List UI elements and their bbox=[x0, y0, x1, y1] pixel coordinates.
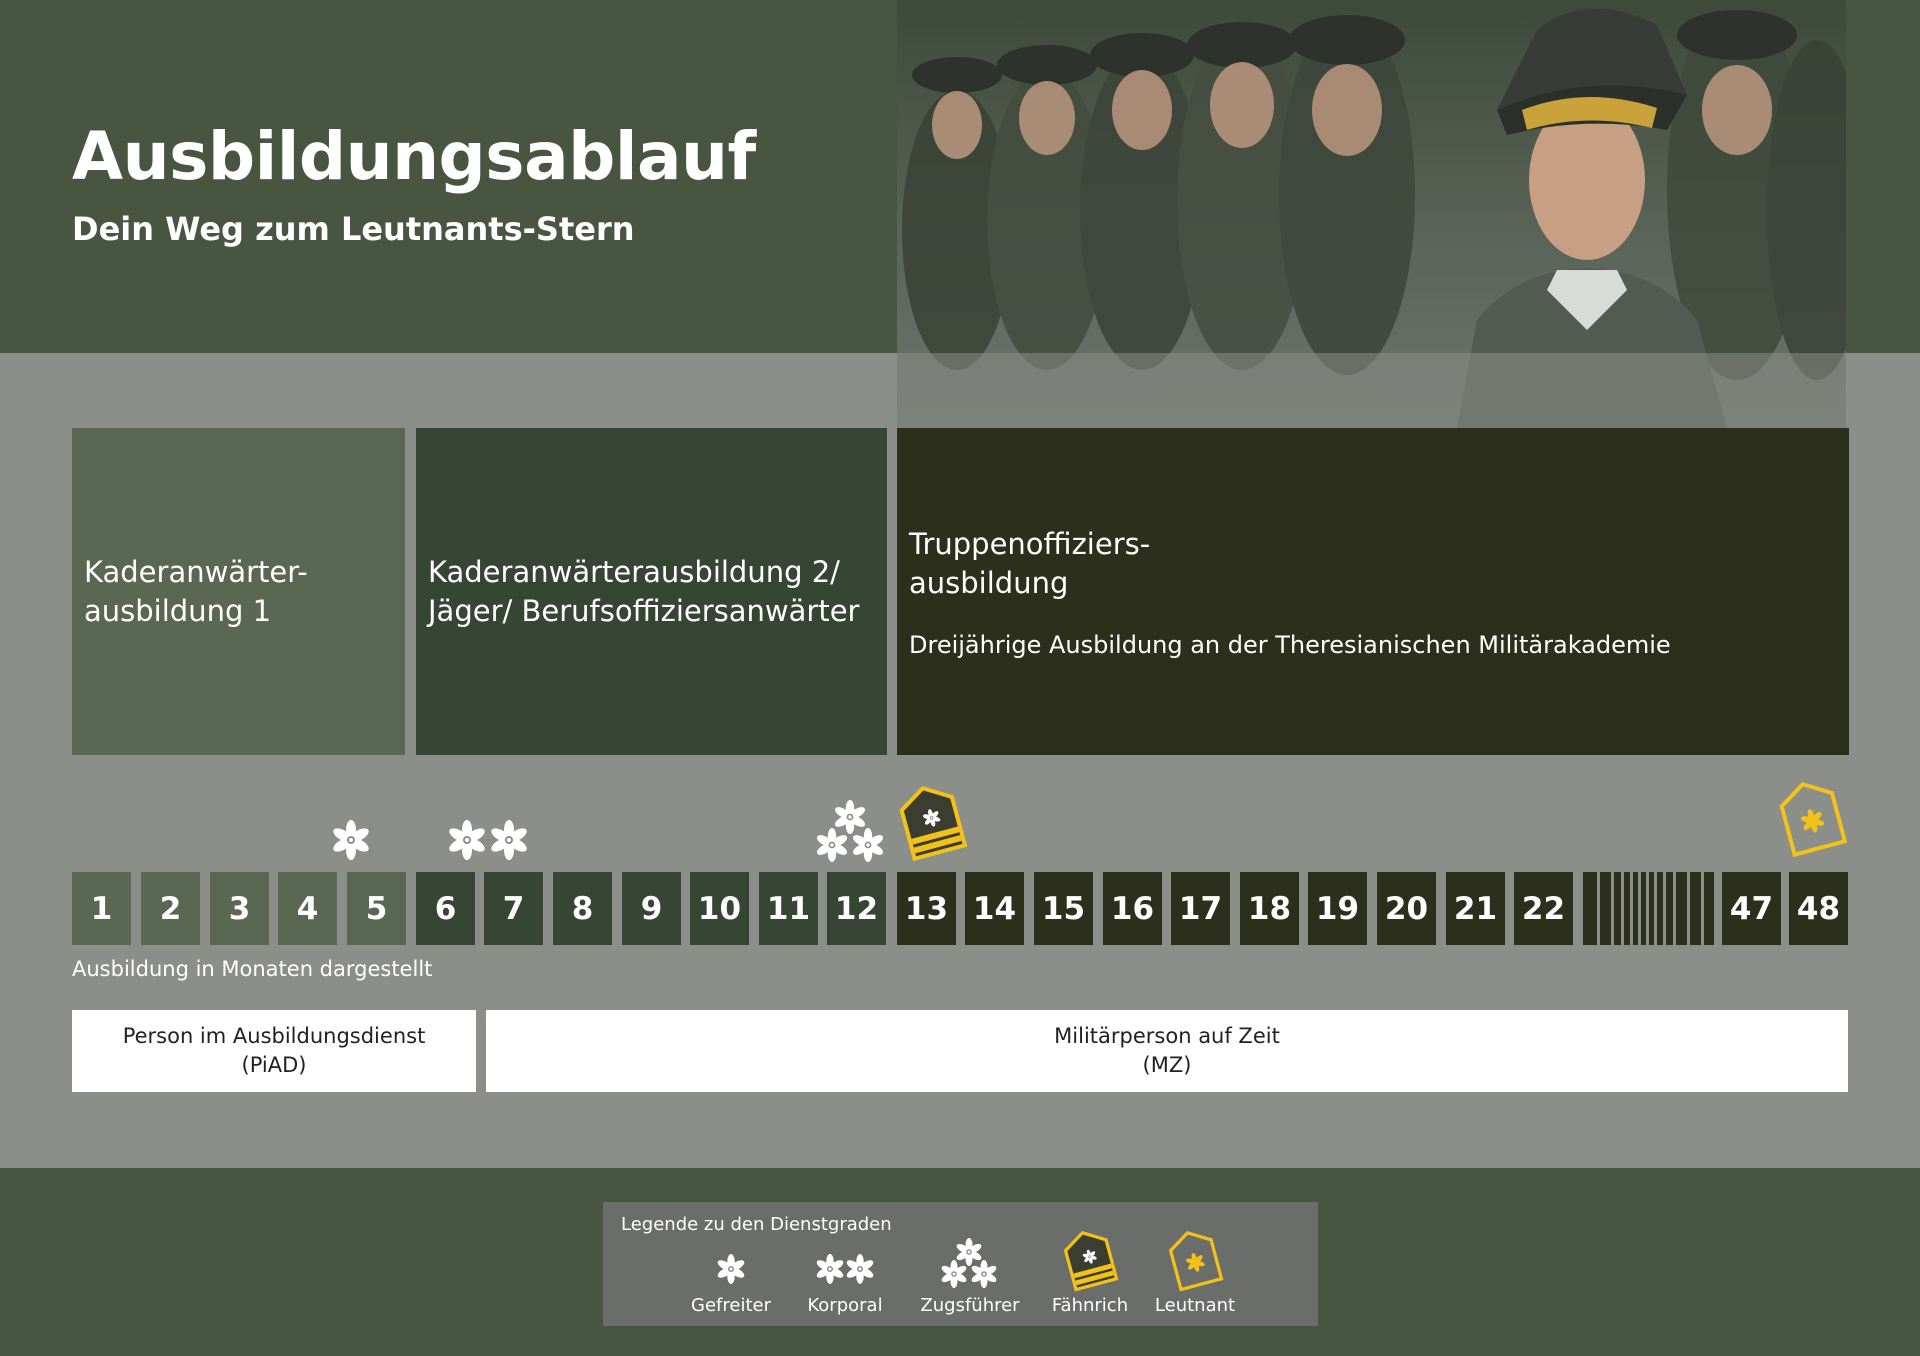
month-box: 7 bbox=[484, 872, 543, 945]
three-stars-icon bbox=[940, 1238, 998, 1288]
month-box: 48 bbox=[1789, 872, 1848, 945]
legend-item-gefreiter: Gefreiter bbox=[676, 1238, 786, 1322]
phase-truppenoffizier: Truppenoffiziers- ausbildung Dreijährige… bbox=[897, 428, 1849, 755]
month-box: 16 bbox=[1103, 872, 1162, 945]
phase-kaderanwaerter-2: Kaderanwärterausbildung 2/ Jäger/ Berufs… bbox=[416, 428, 887, 755]
timeline-gap bbox=[1583, 872, 1714, 945]
legend-label: Gefreiter bbox=[691, 1295, 771, 1316]
phase-description: Dreijährige Ausbildung an der Theresiani… bbox=[909, 630, 1671, 659]
one-star-icon bbox=[716, 1254, 746, 1284]
phase-title: Kaderanwärter- ausbildung 1 bbox=[84, 554, 308, 628]
legend-item-zugsfuehrer: Zugsführer bbox=[915, 1238, 1025, 1322]
two-stars-icon bbox=[815, 1254, 875, 1284]
month-box: 10 bbox=[690, 872, 749, 945]
status-piad: Person im Ausbildungsdienst (PiAD) bbox=[72, 1010, 476, 1092]
month-box: 5 bbox=[347, 872, 406, 945]
photo-overlay bbox=[897, 353, 1846, 428]
faehnrich-epaulette-icon bbox=[899, 785, 968, 861]
month-box: 11 bbox=[759, 872, 818, 945]
leutnant-epaulette-icon bbox=[1168, 1230, 1224, 1292]
faehnrich-epaulette-icon bbox=[1063, 1230, 1119, 1292]
legend-title: Legende zu den Dienstgraden bbox=[621, 1214, 892, 1235]
month-box: 19 bbox=[1308, 872, 1367, 945]
month-box: 22 bbox=[1514, 872, 1573, 945]
month-box: 4 bbox=[278, 872, 337, 945]
months-note: Ausbildung in Monaten dargestellt bbox=[72, 957, 433, 981]
month-box: 9 bbox=[622, 872, 681, 945]
leutnant-epaulette-icon bbox=[1779, 781, 1848, 857]
status-abbr: (MZ) bbox=[1142, 1053, 1192, 1077]
gefreiter-star-icon bbox=[331, 820, 371, 860]
month-box: 21 bbox=[1446, 872, 1505, 945]
status-mz: Militärperson auf Zeit (MZ) bbox=[486, 1010, 1848, 1092]
korporal-stars-icon bbox=[447, 820, 529, 860]
phase-kaderanwaerter-1: Kaderanwärter- ausbildung 1 bbox=[72, 428, 405, 755]
legend-label: Zugsführer bbox=[920, 1295, 1020, 1316]
page-title: Ausbildungsablauf bbox=[72, 118, 756, 195]
legend-label: Fähnrich bbox=[1051, 1295, 1129, 1316]
zugsfuehrer-stars-icon bbox=[815, 800, 885, 862]
month-box: 18 bbox=[1240, 872, 1299, 945]
month-box: 17 bbox=[1171, 872, 1230, 945]
status-label: Person im Ausbildungsdienst bbox=[122, 1024, 426, 1048]
status-abbr: (PiAD) bbox=[241, 1053, 307, 1077]
phase-title: Truppenoffiziers- ausbildung bbox=[909, 526, 1151, 600]
month-box: 20 bbox=[1377, 872, 1436, 945]
legend-item-korporal: Korporal bbox=[790, 1238, 900, 1322]
month-box: 8 bbox=[553, 872, 612, 945]
month-box: 3 bbox=[210, 872, 269, 945]
month-box: 13 bbox=[897, 872, 956, 945]
rank-legend: Legende zu den Dienstgraden Gefreiter Ko… bbox=[603, 1202, 1318, 1326]
month-box: 12 bbox=[827, 872, 886, 945]
phase-title: Kaderanwärterausbildung 2/ Jäger/ Berufs… bbox=[428, 554, 860, 628]
month-box: 6 bbox=[416, 872, 475, 945]
legend-label: Leutnant bbox=[1154, 1295, 1236, 1316]
month-box: 1 bbox=[72, 872, 131, 945]
legend-item-leutnant: Leutnant bbox=[1140, 1230, 1250, 1322]
month-box: 47 bbox=[1722, 872, 1781, 945]
month-box: 14 bbox=[965, 872, 1024, 945]
page-subtitle: Dein Weg zum Leutnants-Stern bbox=[72, 210, 635, 248]
legend-label: Korporal bbox=[807, 1295, 883, 1316]
month-box: 15 bbox=[1034, 872, 1093, 945]
month-box: 2 bbox=[141, 872, 200, 945]
legend-item-faehnrich: Fähnrich bbox=[1035, 1230, 1145, 1322]
status-label: Militärperson auf Zeit bbox=[1054, 1024, 1280, 1048]
